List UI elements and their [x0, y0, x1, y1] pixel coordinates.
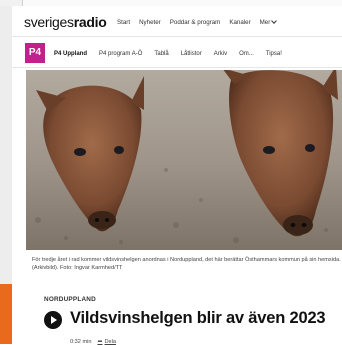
nav-kanaler[interactable]: Kanaler: [229, 19, 250, 26]
nav-arkiv[interactable]: Arkiv: [214, 51, 227, 57]
nav-nyheter[interactable]: Nyheter: [139, 19, 161, 26]
nav-tabla[interactable]: Tablå: [154, 51, 168, 57]
nav-latlistor[interactable]: Låtlistor: [181, 51, 202, 57]
nav-mer-label: Mer: [259, 19, 271, 26]
channel-header: P4 P4 Uppland P4 program A-Ö Tablå Låtli…: [12, 37, 342, 68]
p4-logo-icon[interactable]: P4: [25, 43, 45, 63]
logo-prefix: sveriges: [24, 14, 74, 30]
nav-p4-program[interactable]: P4 program A-Ö: [99, 51, 142, 57]
main-nav: Start Nyheter Poddar & program Kanaler M…: [117, 18, 278, 26]
nav-mer[interactable]: Mer: [259, 18, 278, 26]
channel-nav: P4 Uppland P4 program A-Ö Tablå Låtlisto…: [54, 51, 282, 57]
chevron-down-icon: [271, 18, 278, 24]
nav-start[interactable]: Start: [117, 19, 130, 26]
sveriges-radio-logo[interactable]: sverigesradio: [24, 14, 107, 30]
sr-site-header: sverigesradio Start Nyheter Poddar & pro…: [12, 6, 342, 37]
nav-poddar-program[interactable]: Poddar & program: [170, 19, 221, 26]
play-icon[interactable]: [44, 311, 62, 329]
logo-bold: radio: [73, 14, 107, 30]
article-headline: Vildsvinshelgen blir av även 2023: [70, 309, 326, 327]
article-hero-image: [26, 70, 342, 250]
nav-tipsa[interactable]: Tipsa!: [266, 51, 282, 57]
nav-om[interactable]: Om...: [239, 51, 254, 57]
wild-boar-photo: [26, 70, 342, 250]
channel-name[interactable]: P4 Uppland: [54, 51, 87, 57]
page-content: sverigesradio Start Nyheter Poddar & pro…: [12, 6, 342, 345]
image-caption: För tredje året i rad kommer vildsvinshe…: [32, 257, 341, 271]
region-label[interactable]: NORDUPPLAND: [44, 296, 96, 303]
